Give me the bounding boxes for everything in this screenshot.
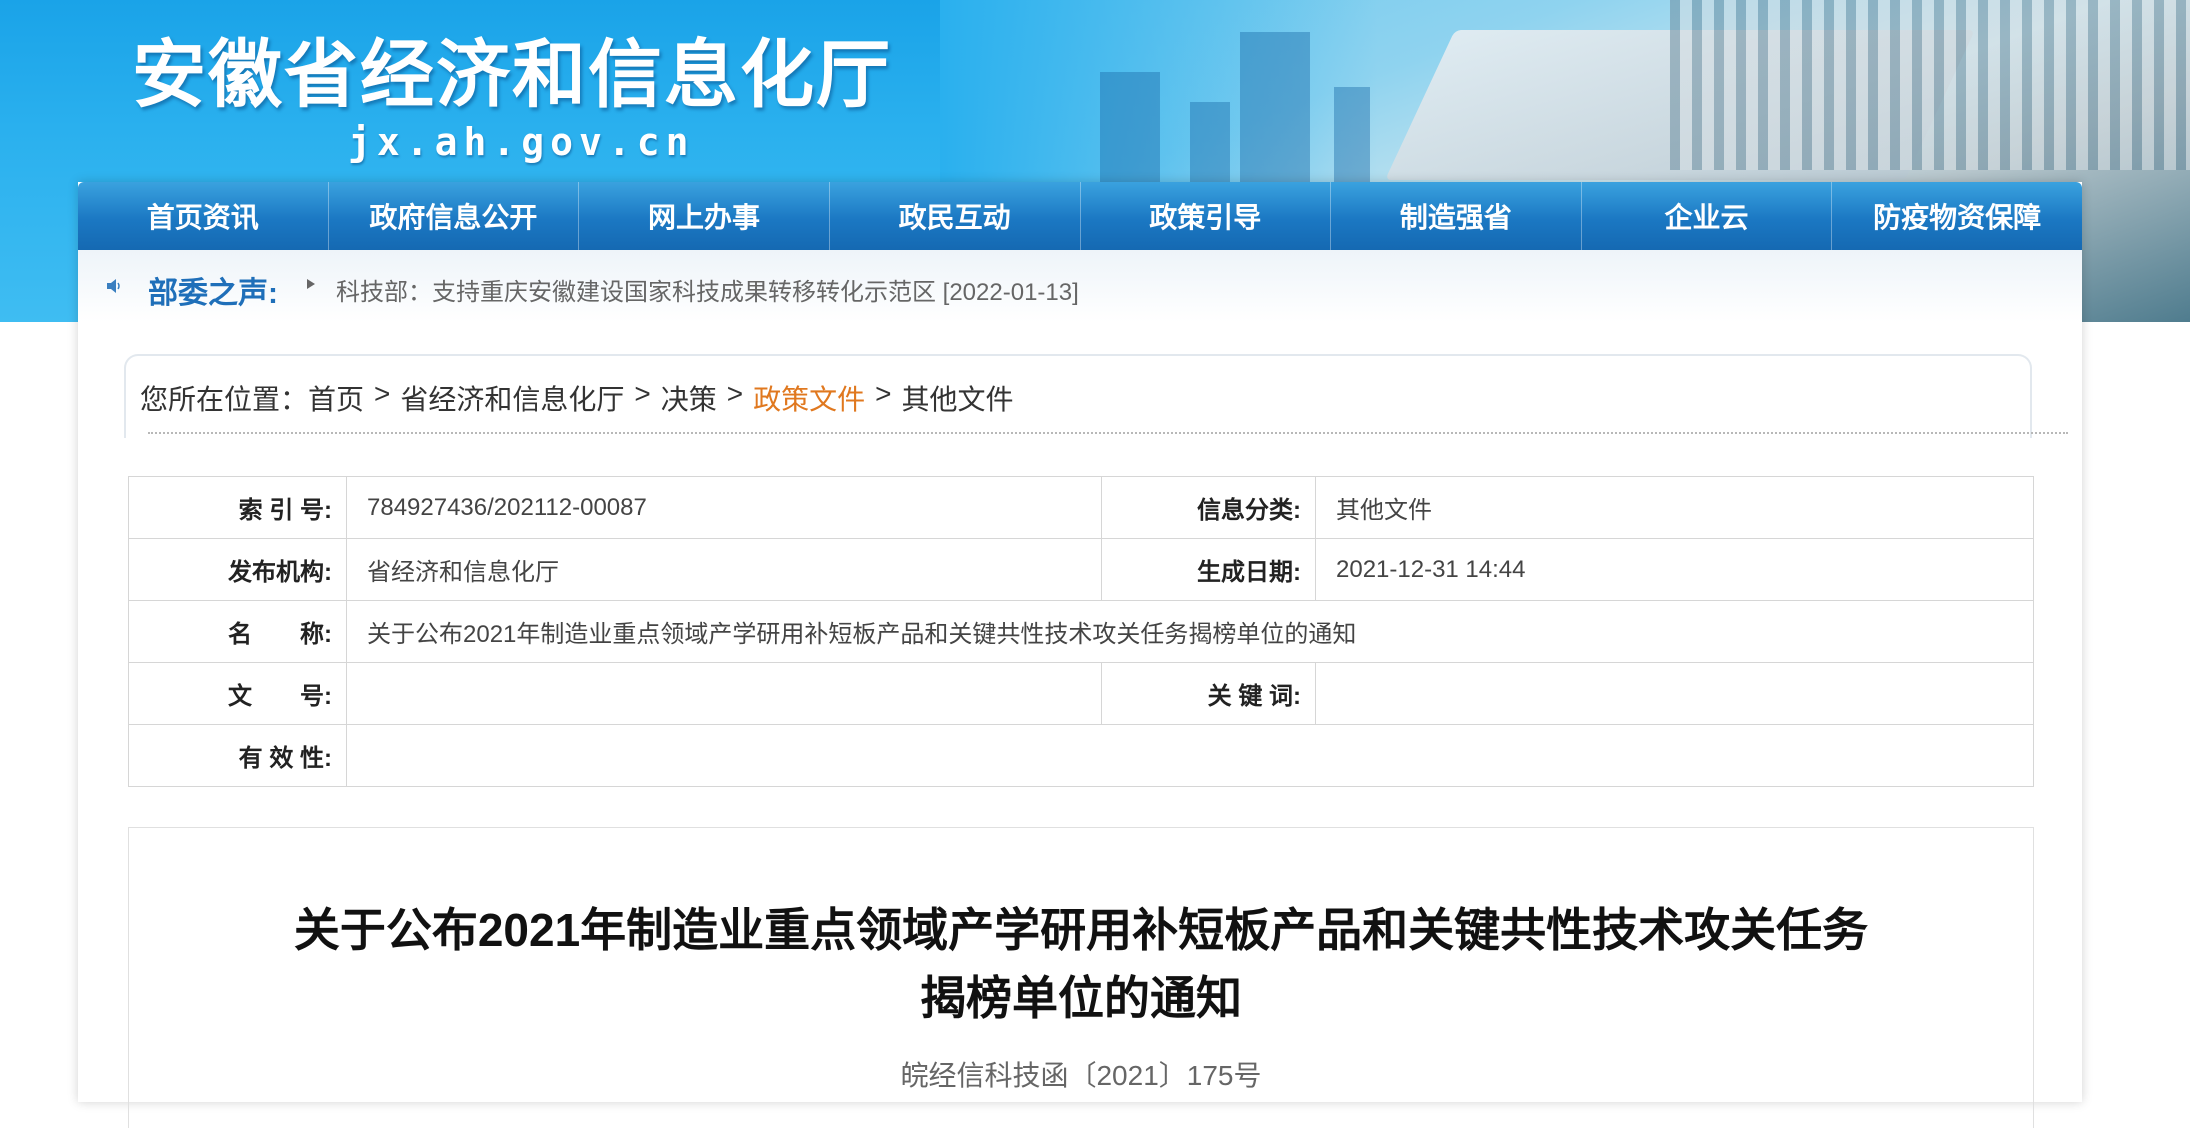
arrow-right-icon bbox=[307, 279, 315, 289]
index-label: 索 引 号: bbox=[128, 476, 347, 539]
name-label: 名 称: bbox=[128, 600, 347, 663]
breadcrumb-separator: > bbox=[634, 378, 651, 409]
building-image bbox=[1334, 87, 1370, 182]
breadcrumb-home[interactable]: 首页 bbox=[308, 378, 364, 418]
table-row: 文 号: 关 键 词: bbox=[128, 662, 2034, 725]
date-value: 2021-12-31 14:44 bbox=[1315, 538, 2034, 601]
name-value: 关于公布2021年制造业重点领域产学研用补短板产品和关键共性技术攻关任务揭榜单位… bbox=[346, 600, 2034, 663]
table-row: 索 引 号: 784927436/202112-00087 信息分类: 其他文件 bbox=[128, 476, 2034, 539]
divider bbox=[148, 432, 2068, 434]
nav-item-epidemic-supplies[interactable]: 防疫物资保障 bbox=[1832, 182, 2082, 250]
article-container: 关于公布2021年制造业重点领域产学研用补短板产品和关键共性技术攻关任务 揭榜单… bbox=[128, 827, 2034, 1128]
keywords-label: 关 键 词: bbox=[1101, 662, 1316, 725]
table-row: 名 称: 关于公布2021年制造业重点领域产学研用补短板产品和关键共性技术攻关任… bbox=[128, 600, 2034, 663]
nav-item-enterprise-cloud[interactable]: 企业云 bbox=[1582, 182, 1833, 250]
publisher-value: 省经济和信息化厅 bbox=[346, 538, 1102, 601]
category-value: 其他文件 bbox=[1315, 476, 2034, 539]
speaker-icon bbox=[107, 279, 120, 293]
document-number: 皖经信科技函〔2021〕175号 bbox=[900, 1060, 1262, 1091]
nav-item-home-news[interactable]: 首页资讯 bbox=[78, 182, 329, 250]
article-title-line: 关于公布2021年制造业重点领域产学研用补短板产品和关键共性技术攻关任务 bbox=[293, 904, 1869, 956]
nav-item-policy[interactable]: 政策引导 bbox=[1081, 182, 1332, 250]
table-row: 有 效 性: bbox=[128, 724, 2034, 787]
breadcrumb-separator: > bbox=[374, 378, 391, 409]
notice-label: 部委之声: bbox=[148, 277, 278, 310]
site-title[interactable]: 安徽省经济和信息化厅 bbox=[132, 38, 892, 112]
breadcrumb-policy-docs[interactable]: 政策文件 bbox=[753, 378, 865, 418]
page-frame: 首页资讯 政府信息公开 网上办事 政民互动 政策引导 制造强省 企业云 防疫物资… bbox=[78, 182, 2082, 1128]
notice-bar: 部委之声: 科技部：支持重庆安徽建设国家科技成果转移转化示范区 [2022-01… bbox=[78, 250, 2082, 322]
document-info-table: 索 引 号: 784927436/202112-00087 信息分类: 其他文件… bbox=[128, 476, 2034, 787]
table-row: 发布机构: 省经济和信息化厅 生成日期: 2021-12-31 14:44 bbox=[128, 538, 2034, 601]
breadcrumb-separator: > bbox=[875, 378, 892, 409]
date-label: 生成日期: bbox=[1101, 538, 1316, 601]
breadcrumb-box: 您所在位置： 首页 > 省经济和信息化厅 > 决策 > 政策文件 > 其他文件 bbox=[124, 354, 2032, 438]
nav-item-gov-info[interactable]: 政府信息公开 bbox=[329, 182, 580, 250]
building-image bbox=[1190, 102, 1230, 182]
breadcrumb-prefix: 您所在位置： bbox=[140, 384, 309, 415]
breadcrumb-department[interactable]: 省经济和信息化厅 bbox=[400, 378, 624, 418]
docno-value bbox=[346, 662, 1102, 725]
validity-value bbox=[346, 724, 2034, 787]
building-image bbox=[1100, 72, 1160, 182]
nav-item-manufacturing[interactable]: 制造强省 bbox=[1331, 182, 1582, 250]
article-title-line: 揭榜单位的通知 bbox=[920, 972, 1242, 1024]
parked-cars-image bbox=[1670, 0, 2190, 170]
main-nav: 首页资讯 政府信息公开 网上办事 政民互动 政策引导 制造强省 企业云 防疫物资… bbox=[78, 182, 2082, 250]
breadcrumb: 您所在位置： 首页 > 省经济和信息化厅 > 决策 > 政策文件 > 其他文件 bbox=[140, 378, 1014, 418]
building-image bbox=[1240, 32, 1310, 182]
notice-news-link[interactable]: 科技部：支持重庆安徽建设国家科技成果转移转化示范区 [2022-01-13] bbox=[336, 272, 1079, 307]
publisher-label: 发布机构: bbox=[128, 538, 347, 601]
validity-label: 有 效 性: bbox=[128, 724, 347, 787]
nav-item-online-services[interactable]: 网上办事 bbox=[579, 182, 830, 250]
index-value: 784927436/202112-00087 bbox=[346, 476, 1102, 539]
category-label: 信息分类: bbox=[1101, 476, 1316, 539]
keywords-value bbox=[1315, 662, 2034, 725]
breadcrumb-separator: > bbox=[726, 378, 744, 409]
breadcrumb-other-docs[interactable]: 其他文件 bbox=[902, 378, 1014, 418]
nav-item-interaction[interactable]: 政民互动 bbox=[830, 182, 1081, 250]
breadcrumb-decision[interactable]: 决策 bbox=[661, 378, 717, 418]
docno-label: 文 号: bbox=[128, 662, 347, 725]
article-title: 关于公布2021年制造业重点领域产学研用补短板产品和关键共性技术攻关任务 揭榜单… bbox=[129, 896, 2033, 1032]
site-domain: jx.ah.gov.cn bbox=[348, 120, 695, 164]
